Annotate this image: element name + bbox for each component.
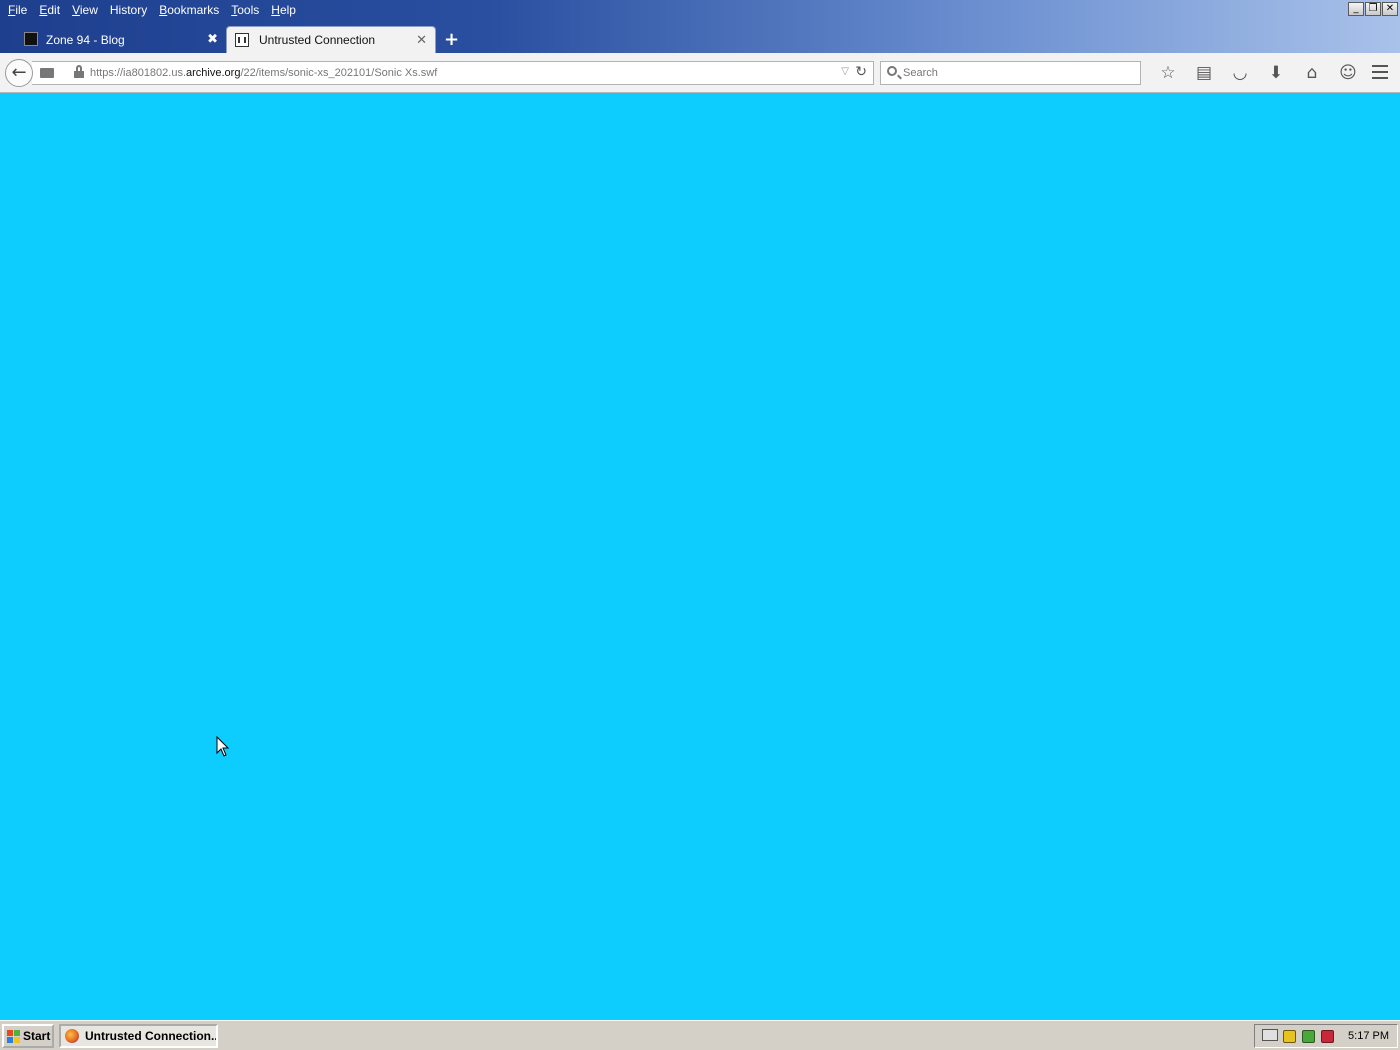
menu-label: ile <box>15 3 28 17</box>
toolbar-icons: ☆ ▤ ◡ ⬇ ⌂ ☺ <box>1150 62 1366 84</box>
menu-tools[interactable]: Tools <box>227 0 267 20</box>
restore-button[interactable]: ❐ <box>1365 2 1381 16</box>
menu-file[interactable]: File <box>4 0 35 20</box>
zone94-favicon-icon <box>24 32 38 46</box>
window-titlebar: File Edit View History Bookmarks Tools H… <box>0 0 1400 53</box>
taskbar-item-firefox[interactable]: Untrusted Connection... <box>59 1024 218 1048</box>
firefox-icon <box>65 1029 79 1043</box>
reload-icon[interactable]: ↻ <box>855 64 867 80</box>
windows-logo-icon <box>7 1029 20 1043</box>
menu-history[interactable]: History <box>106 0 155 20</box>
new-tab-button[interactable]: + <box>444 29 459 50</box>
url-text[interactable]: https://ia801802.us.archive.org/22/items… <box>90 67 437 79</box>
menu-help[interactable]: Help <box>267 0 304 20</box>
lock-icon[interactable] <box>74 65 84 78</box>
menu-bookmarks[interactable]: Bookmarks <box>155 0 227 20</box>
star-icon[interactable]: ☆ <box>1150 62 1186 84</box>
menu-accel: V <box>72 3 80 17</box>
taskbar-item-label: Untrusted Connection... <box>85 1029 218 1043</box>
download-icon[interactable]: ⬇ <box>1258 62 1294 84</box>
system-tray: 5:17 PM <box>1254 1024 1398 1048</box>
search-input[interactable] <box>903 64 1133 82</box>
tab-strip: Zone 94 - Blog ✖ Untrusted Connection ✕ … <box>0 24 1400 53</box>
navigation-toolbar: https://ia801802.us.archive.org/22/items… <box>0 53 1400 93</box>
url-host: archive.org <box>186 67 241 79</box>
hamburger-menu-icon[interactable] <box>1372 61 1388 83</box>
tab-label: Untrusted Connection <box>259 33 376 47</box>
identity-icon[interactable] <box>40 66 56 80</box>
window-controls: _ ❐ ✕ <box>1348 2 1398 16</box>
archive-favicon-icon <box>235 33 249 47</box>
search-icon <box>887 66 897 76</box>
security-shield-icon[interactable] <box>1283 1029 1297 1043</box>
antivirus-icon[interactable] <box>1321 1029 1335 1043</box>
search-bar[interactable] <box>880 61 1141 85</box>
tab-untrusted-connection[interactable]: Untrusted Connection ✕ <box>226 26 436 53</box>
mouse-cursor-icon <box>216 736 230 757</box>
menu-bar: File Edit View History Bookmarks Tools H… <box>0 0 304 20</box>
clock[interactable]: 5:17 PM <box>1348 1030 1389 1042</box>
tab-close-icon[interactable]: ✕ <box>416 33 427 48</box>
taskbar: Start Untrusted Connection... 5:17 PM <box>0 1020 1400 1050</box>
url-path: /22/items/sonic-xs_202101/Sonic Xs.swf <box>240 67 438 79</box>
tab-zone94-blog[interactable]: Zone 94 - Blog ✖ <box>14 26 226 53</box>
back-button[interactable]: ← <box>5 59 33 87</box>
page-content[interactable] <box>0 94 1400 1020</box>
minimize-button[interactable]: _ <box>1348 2 1364 16</box>
menu-label: elp <box>279 3 296 17</box>
url-prefix: https://ia801802.us. <box>90 67 187 79</box>
pocket-icon[interactable]: ◡ <box>1222 62 1258 84</box>
menu-label: ools <box>237 3 260 17</box>
menu-label: ookmarks <box>167 3 220 17</box>
url-bar[interactable]: https://ia801802.us.archive.org/22/items… <box>32 61 874 85</box>
menu-label: iew <box>79 3 98 17</box>
tab-label: Zone 94 - Blog <box>46 32 125 47</box>
menu-view[interactable]: View <box>68 0 106 20</box>
menu-edit[interactable]: Edit <box>35 0 68 20</box>
url-dropdown-icon[interactable]: ▽ <box>841 66 849 77</box>
start-label: Start <box>23 1029 51 1043</box>
menu-accel: H <box>271 3 280 17</box>
menu-label: dit <box>47 3 61 17</box>
home-icon[interactable]: ⌂ <box>1294 62 1330 84</box>
reading-list-icon[interactable]: ▤ <box>1186 62 1222 84</box>
menu-label: History <box>109 3 148 17</box>
tab-close-icon[interactable]: ✖ <box>207 32 218 47</box>
start-button[interactable]: Start <box>2 1024 54 1048</box>
network-icon[interactable] <box>1302 1029 1316 1043</box>
close-window-button[interactable]: ✕ <box>1382 2 1398 16</box>
chat-icon[interactable]: ☺ <box>1330 62 1366 84</box>
